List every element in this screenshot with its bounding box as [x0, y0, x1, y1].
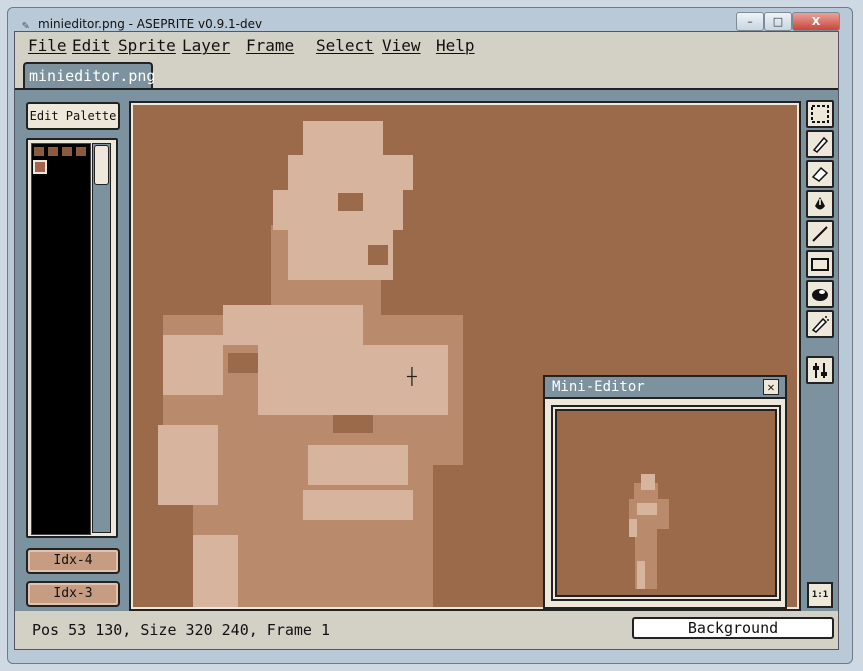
edit-palette-button[interactable]: Edit Palette [26, 102, 120, 130]
marquee-icon [811, 105, 829, 123]
crosshair-cursor-icon: ┼ [407, 367, 417, 386]
mini-editor-window[interactable]: Mini-Editor ✕ [543, 375, 787, 609]
palette-swatch[interactable] [61, 146, 73, 157]
menu-frame[interactable]: Frame [246, 36, 294, 55]
fill-bucket-icon [815, 197, 825, 210]
fill-bucket-tool[interactable] [806, 190, 834, 218]
palette-scrollbar[interactable] [92, 143, 111, 533]
eraser-tool[interactable] [806, 160, 834, 188]
line-icon [812, 226, 828, 242]
layer-button[interactable]: Background [632, 617, 834, 639]
status-bar: Pos 53 130, Size 320 240, Frame 1 Backgr… [15, 611, 838, 649]
pencil-tool[interactable] [806, 130, 834, 158]
menu-bar: File Edit Sprite Layer Frame Select View… [15, 32, 838, 58]
palette-panel [26, 138, 118, 538]
menu-edit[interactable]: Edit [72, 36, 111, 55]
palette-swatch[interactable] [75, 146, 87, 157]
menu-view[interactable]: View [382, 36, 421, 55]
mini-editor-title: Mini-Editor [552, 379, 645, 395]
app-area: File Edit Sprite Layer Frame Select View… [14, 31, 839, 650]
rectangle-icon [811, 258, 829, 271]
palette-swatch[interactable] [33, 146, 45, 157]
rectangle-tool[interactable] [806, 250, 834, 278]
status-text: Pos 53 130, Size 320 240, Frame 1 [32, 621, 331, 639]
menu-select[interactable]: Select [316, 36, 374, 55]
maximize-button[interactable]: □ [764, 12, 792, 31]
tab-minieditor[interactable]: minieditor.png [23, 62, 155, 90]
mini-sprite-figure [629, 474, 669, 589]
mini-editor-view[interactable] [555, 409, 777, 597]
mini-editor-close-button[interactable]: ✕ [763, 379, 779, 395]
line-tool[interactable] [806, 220, 834, 248]
pencil-icon [812, 136, 829, 153]
menu-file[interactable]: File [28, 36, 67, 55]
palette-scroll-thumb[interactable] [94, 145, 109, 185]
background-color-button[interactable]: Idx-3 [26, 581, 120, 607]
menu-help[interactable]: Help [436, 36, 475, 55]
marquee-tool[interactable] [806, 100, 834, 128]
minimize-button[interactable]: – [736, 12, 764, 31]
spray-tool[interactable] [806, 310, 834, 338]
menu-layer[interactable]: Layer [182, 36, 230, 55]
mini-editor-titlebar[interactable]: Mini-Editor ✕ [545, 377, 785, 399]
window-title: minieditor.png - ASEPRITE v0.9.1-dev [38, 17, 263, 31]
foreground-color-button[interactable]: Idx-4 [26, 548, 120, 574]
eraser-icon [811, 166, 829, 182]
blur-tool[interactable] [806, 280, 834, 308]
blur-icon [812, 289, 828, 301]
zoom-1-1-button[interactable]: 1:1 [807, 582, 833, 608]
spray-icon [811, 316, 829, 333]
workspace: Edit Palette Idx-4 Idx-3 ┼ Mini-Editor ✕… [15, 92, 838, 611]
palette-swatch[interactable] [47, 146, 59, 157]
close-button[interactable]: X [792, 12, 840, 31]
menu-sprite[interactable]: Sprite [118, 36, 176, 55]
app-icon: ✎ [22, 18, 30, 32]
selected-swatch[interactable] [33, 160, 47, 174]
editor-frame: ┼ Mini-Editor ✕ [129, 101, 801, 611]
palette-grid[interactable] [31, 143, 91, 535]
configure-tool[interactable] [806, 356, 834, 384]
configure-icon [813, 363, 827, 378]
